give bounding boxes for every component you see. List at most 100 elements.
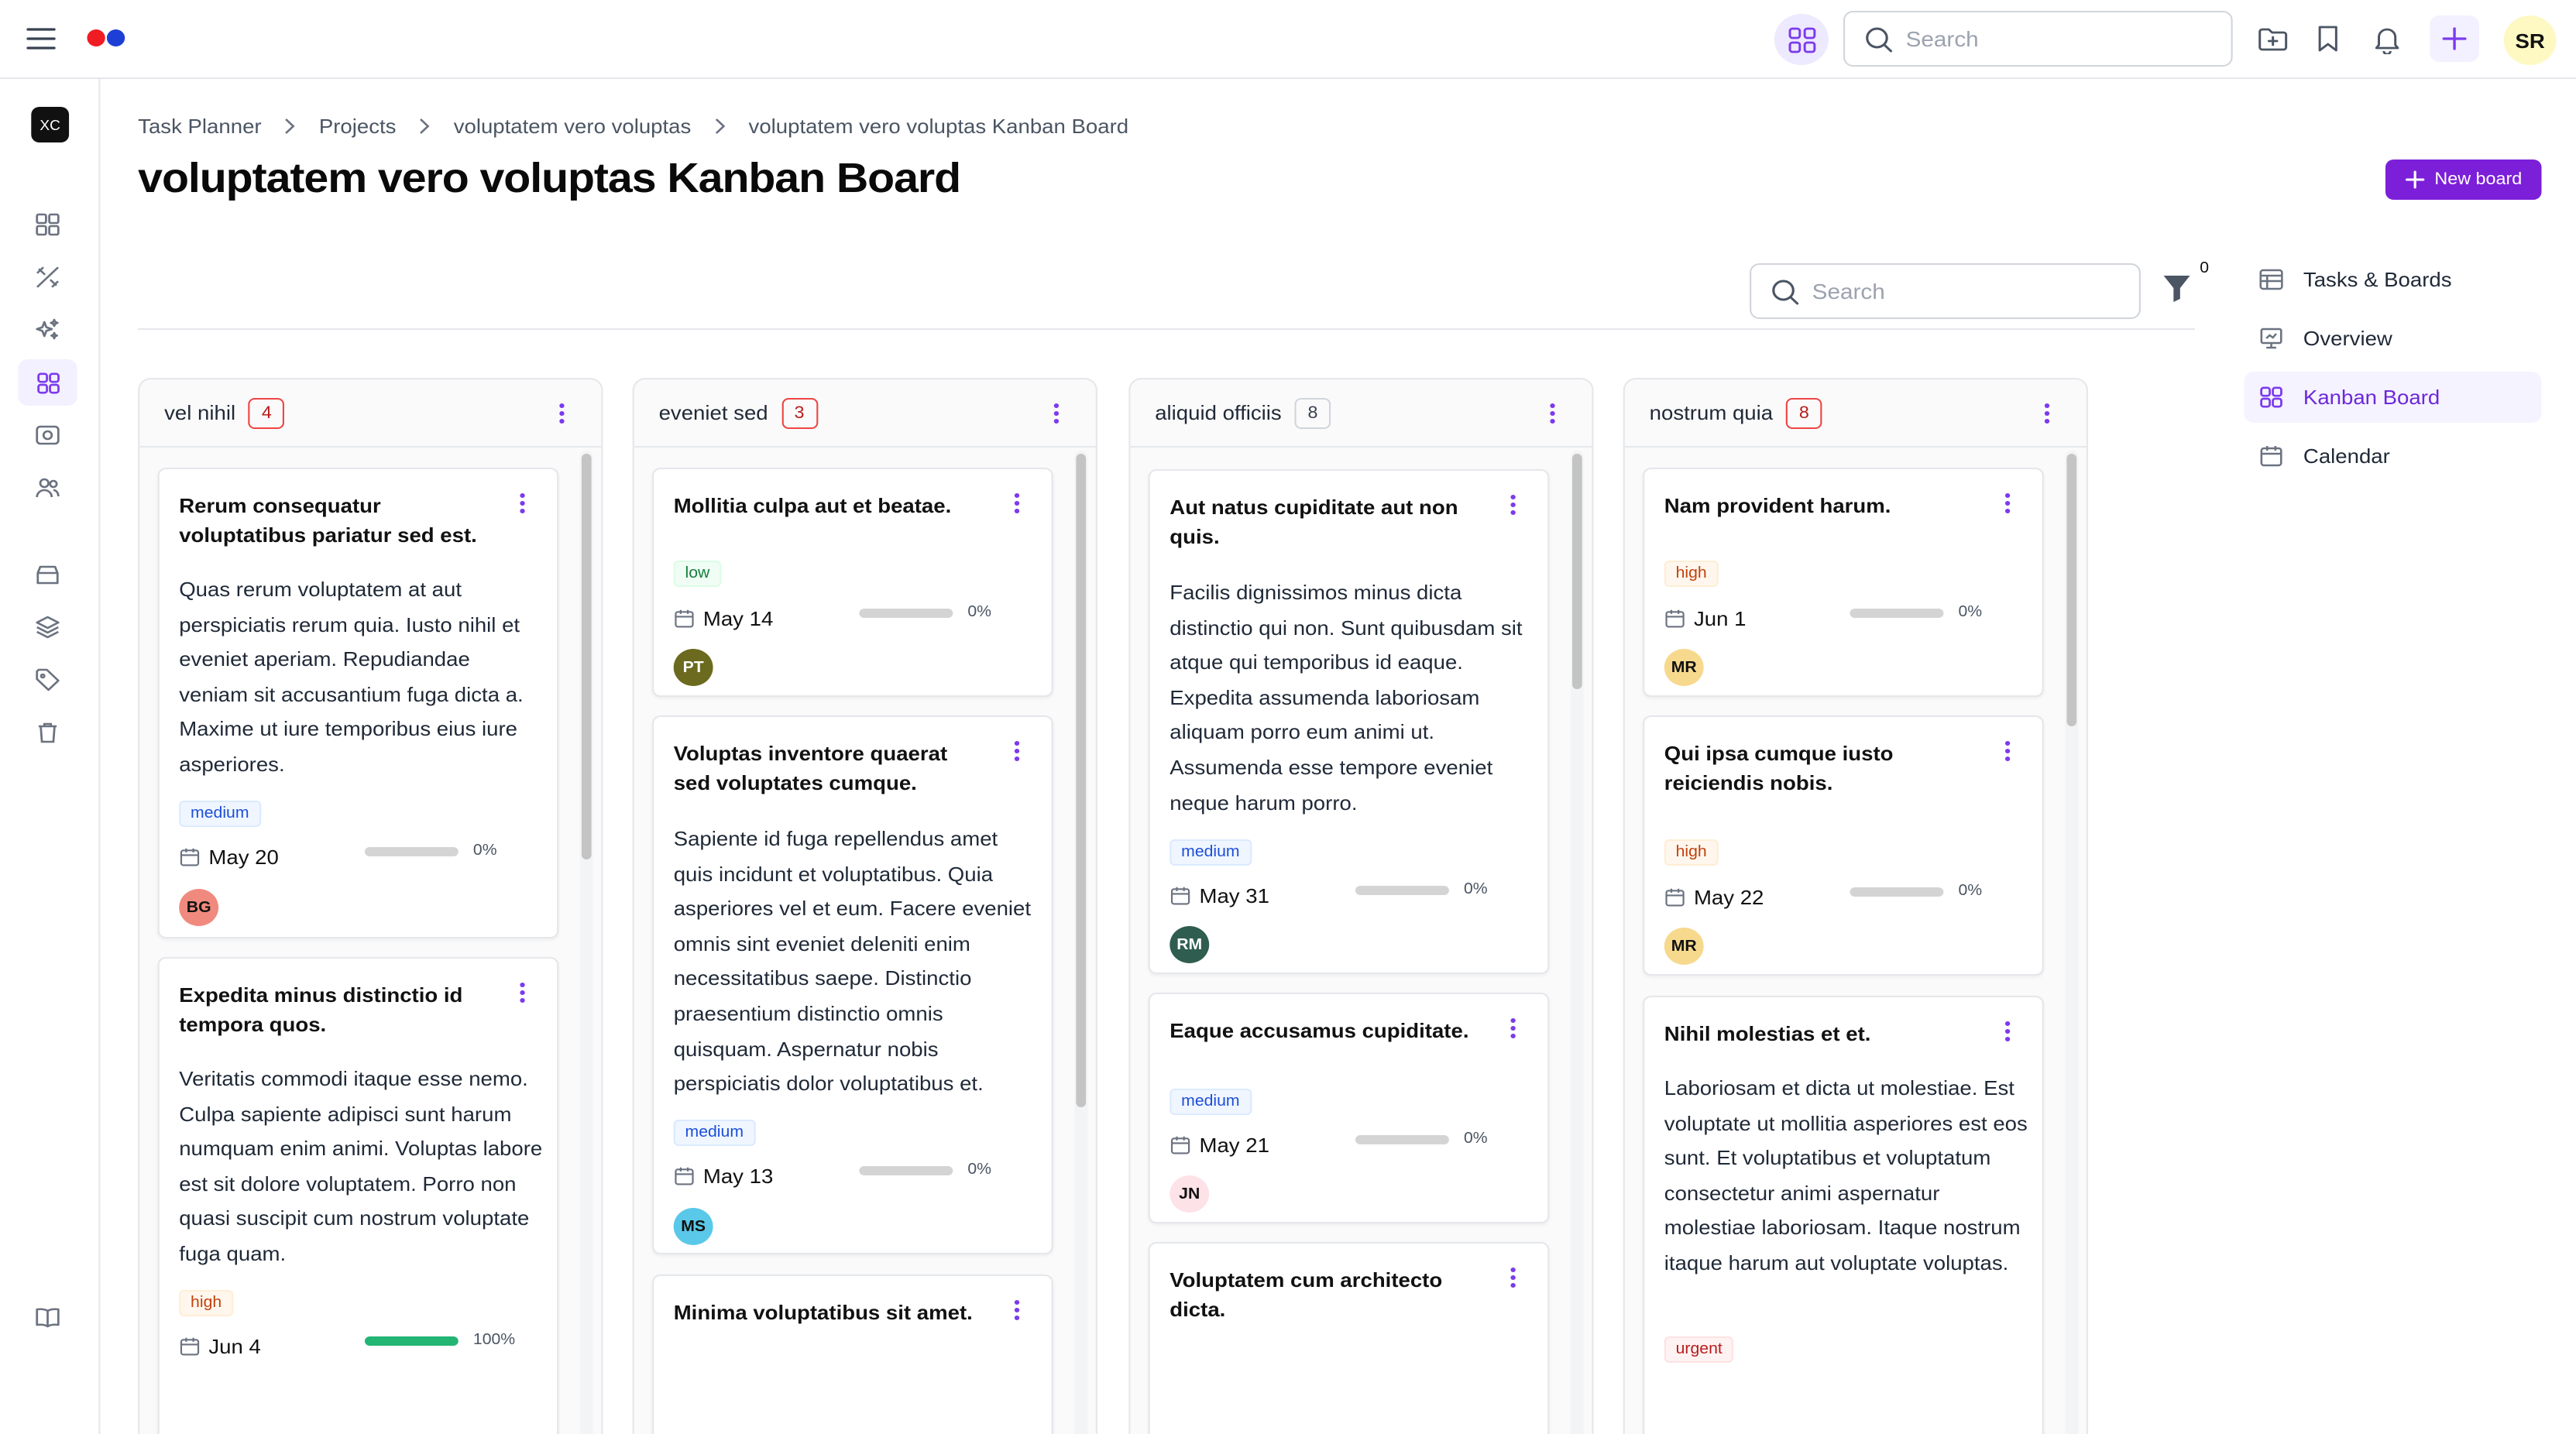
column-title: eveniet sed <box>658 401 768 424</box>
assignee-avatar[interactable]: BG <box>179 889 219 926</box>
card-menu-button[interactable] <box>1008 739 1025 763</box>
rail-dashboard[interactable] <box>18 201 77 248</box>
nav-tasks-boards[interactable]: Tasks & Boards <box>2245 254 2542 305</box>
new-board-label: New board <box>2434 170 2523 189</box>
filter-button[interactable] <box>2162 273 2198 310</box>
due-date-text: May 21 <box>1199 1134 1269 1157</box>
assignee-avatar[interactable]: RM <box>1170 926 1210 963</box>
app-root: SR XC <box>0 0 2576 1434</box>
progress-label: 0% <box>1958 883 1983 900</box>
task-card[interactable]: Rerum consequatur voluptatibus pariatur … <box>157 468 559 938</box>
card-menu-button[interactable] <box>514 980 531 1005</box>
rail-layers[interactable] <box>18 604 77 650</box>
rail-tools[interactable] <box>18 254 77 300</box>
assignee-avatar[interactable]: MR <box>1664 928 1704 965</box>
new-board-button[interactable]: New board <box>2385 160 2542 200</box>
task-card[interactable]: Voluptatem cum architecto dicta. <box>1148 1242 1550 1434</box>
card-title: Nam provident harum. <box>1664 494 1891 517</box>
workspace-badge[interactable]: XC <box>31 107 70 142</box>
column-menu-button[interactable] <box>552 400 572 427</box>
task-card[interactable]: Qui ipsa cumque iusto reiciendis nobis. … <box>1643 715 2044 976</box>
task-card[interactable]: Expedita minus distinctio id tempora quo… <box>157 957 559 1434</box>
rail-task-planner[interactable] <box>18 359 77 406</box>
rail-tags[interactable] <box>18 657 77 703</box>
rail-users[interactable] <box>18 465 77 511</box>
column-scrollbar[interactable] <box>1570 451 1584 1434</box>
search-icon <box>1866 26 1893 52</box>
card-menu-button[interactable] <box>2000 739 2016 763</box>
column-header: eveniet sed 3 <box>634 379 1096 448</box>
task-card[interactable]: Mollitia culpa aut et beatae. low May 14… <box>652 468 1053 697</box>
card-menu-button[interactable] <box>2000 491 2016 516</box>
card-menu-button[interactable] <box>2000 1019 2016 1044</box>
card-menu-button[interactable] <box>1505 492 1521 517</box>
calendar-icon <box>180 1337 200 1356</box>
notifications-button[interactable] <box>2368 20 2407 57</box>
folder-button[interactable] <box>2252 20 2292 57</box>
global-search-input[interactable] <box>1905 26 2186 51</box>
column-menu-button[interactable] <box>2037 400 2056 427</box>
more-vertical-icon <box>520 493 525 513</box>
due-date-text: Jun 1 <box>1693 607 1747 630</box>
more-vertical-icon <box>1510 1018 1516 1038</box>
more-vertical-icon <box>2044 403 2050 424</box>
assignee-avatar[interactable]: MR <box>1664 649 1704 686</box>
rail-ai[interactable] <box>18 307 77 353</box>
rail-inbox[interactable] <box>18 551 77 598</box>
rail-media[interactable] <box>18 412 77 458</box>
nav-overview[interactable]: Overview <box>2245 313 2542 364</box>
breadcrumb-projects[interactable]: Projects <box>319 115 397 138</box>
board-search-input[interactable] <box>1812 279 2092 304</box>
assignee-avatar[interactable]: JN <box>1170 1175 1210 1213</box>
apps-button[interactable] <box>1774 14 1829 65</box>
progress-bar <box>1355 885 1449 894</box>
assignee-avatar[interactable]: MS <box>673 1208 713 1245</box>
bookmark-button[interactable] <box>2308 20 2348 57</box>
nav-calendar[interactable]: Calendar <box>2245 431 2542 482</box>
breadcrumb-project[interactable]: voluptatem vero voluptas <box>454 115 692 138</box>
priority-badge: high <box>1664 839 1719 866</box>
card-menu-button[interactable] <box>1505 1265 1521 1290</box>
column-scrollbar[interactable] <box>579 451 593 1434</box>
dashboard-icon <box>36 213 60 236</box>
task-card[interactable]: Voluptas inventore quaerat sed voluptate… <box>652 715 1053 1254</box>
more-vertical-icon <box>1014 741 1020 761</box>
breadcrumb-task-planner[interactable]: Task Planner <box>138 115 261 138</box>
due-date: Jun 1 <box>1664 607 1747 630</box>
card-menu-button[interactable] <box>1505 1016 1521 1041</box>
column-scrollbar[interactable] <box>1074 451 1088 1434</box>
task-card[interactable]: Aut natus cupiditate aut non quis. Facil… <box>1148 469 1550 974</box>
table-icon <box>2259 269 2283 290</box>
due-date: May 22 <box>1664 886 1764 909</box>
task-card[interactable]: Nihil molestias et et. Laboriosam et dic… <box>1643 996 2044 1434</box>
scrollbar-thumb[interactable] <box>581 454 592 859</box>
card-menu-button[interactable] <box>514 491 531 516</box>
assignee-avatar[interactable]: PT <box>673 649 713 686</box>
more-vertical-icon <box>1510 1268 1516 1288</box>
column-scrollbar[interactable] <box>2065 451 2079 1434</box>
column-menu-button[interactable] <box>1046 400 1066 427</box>
card-description: Veritatis commodi itaque esse nemo. Culp… <box>179 1067 543 1265</box>
scrollbar-thumb[interactable] <box>1571 454 1582 689</box>
card-menu-button[interactable] <box>1008 1298 1025 1323</box>
global-search[interactable] <box>1843 11 2233 67</box>
due-date-text: Jun 4 <box>208 1335 261 1358</box>
user-avatar[interactable]: SR <box>2503 15 2557 65</box>
scrollbar-thumb[interactable] <box>2066 454 2077 726</box>
task-card[interactable]: Nam provident harum. high Jun 1 0% MR <box>1643 468 2044 697</box>
task-card[interactable]: Eaque accusamus cupiditate. medium May 2… <box>1148 993 1550 1223</box>
board-search[interactable] <box>1750 263 2141 319</box>
card-menu-button[interactable] <box>1008 491 1025 516</box>
calendar-icon <box>1170 887 1190 905</box>
create-button[interactable] <box>2430 15 2479 62</box>
task-card[interactable]: Minima voluptatibus sit amet. <box>652 1274 1053 1434</box>
column-menu-button[interactable] <box>1543 400 1562 427</box>
progress-label: 0% <box>1958 604 1983 621</box>
scrollbar-thumb[interactable] <box>1076 454 1087 1107</box>
app-logo[interactable] <box>87 29 125 46</box>
nav-kanban-board[interactable]: Kanban Board <box>2244 372 2542 423</box>
rail-docs[interactable] <box>18 1295 77 1341</box>
menu-toggle-button[interactable] <box>23 23 60 54</box>
rail-trash[interactable] <box>18 709 77 756</box>
column-header: nostrum quia 8 <box>1624 379 2087 448</box>
